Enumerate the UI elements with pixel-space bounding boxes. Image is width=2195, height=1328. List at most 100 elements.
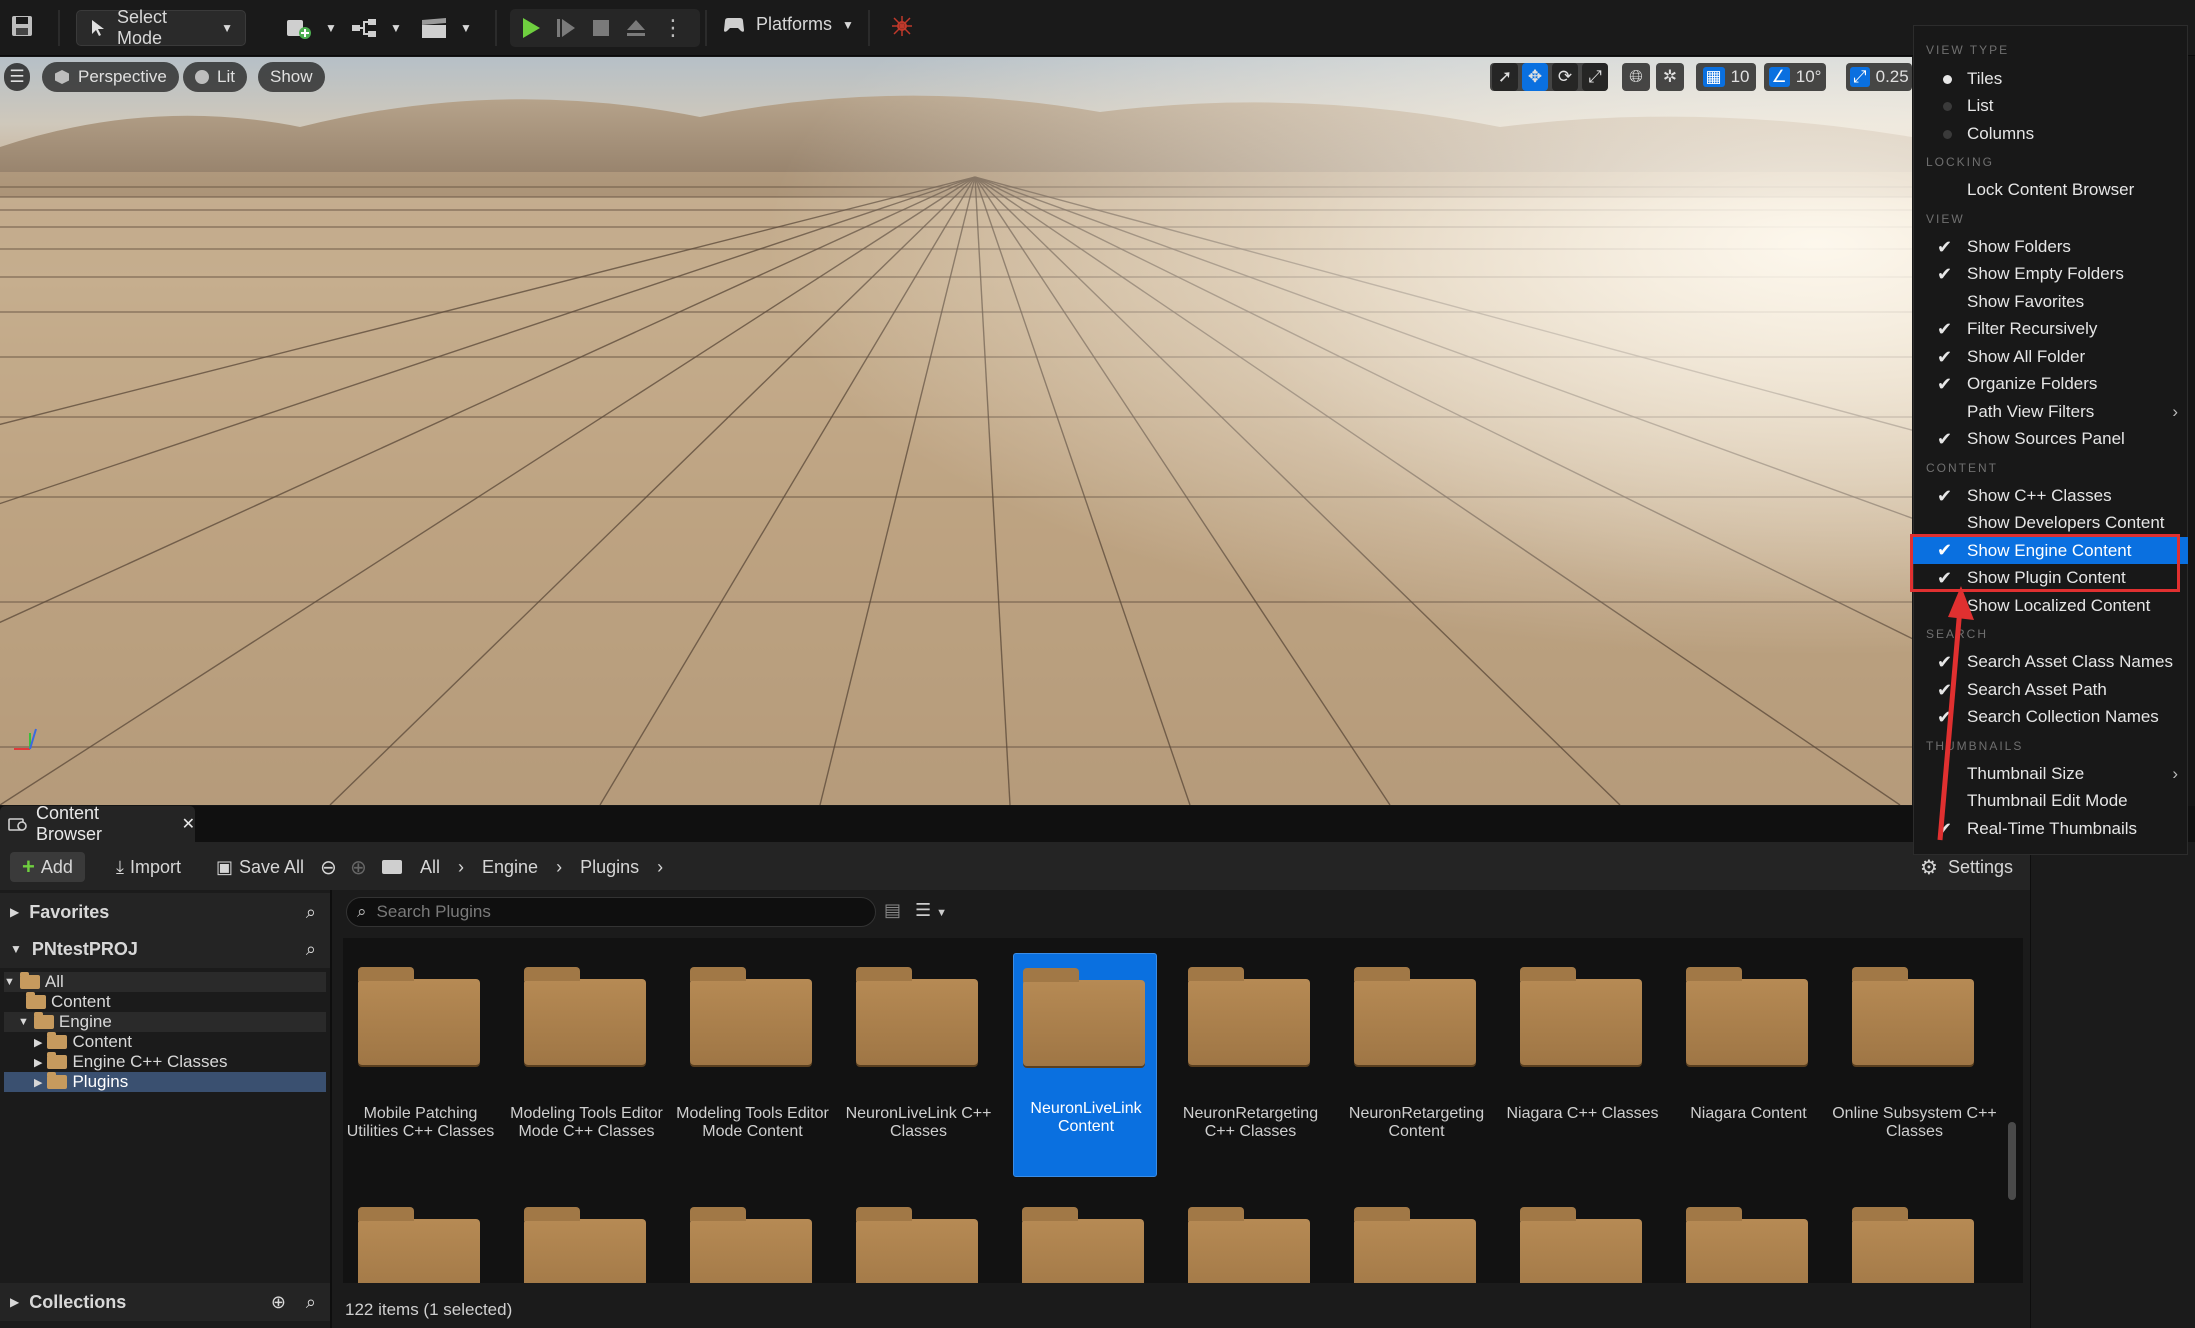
search-input[interactable]: ⌕ Search Plugins — [346, 897, 876, 927]
asset-name: NeuronLiveLink Content — [1030, 1100, 1142, 1135]
chevron-down-icon: ▼ — [221, 21, 233, 35]
select-mode-button[interactable]: Select Mode ▼ — [76, 7, 246, 48]
filter-button[interactable]: ☰ ▼ — [915, 900, 947, 921]
asset-tile[interactable]: Niagara C++ Classes — [1506, 955, 1659, 1179]
tree-item-engine[interactable]: ▼ Engine — [4, 1012, 326, 1032]
scrollbar-thumb[interactable] — [2008, 1122, 2016, 1200]
translate-tool-icon[interactable]: ✥ — [1522, 63, 1548, 91]
revision-control-icon[interactable] — [890, 14, 914, 38]
grid-snap-button[interactable]: ▦ 10 — [1696, 63, 1756, 91]
platforms-label: Platforms — [756, 14, 833, 34]
save-all-button[interactable]: ▣ Save All — [216, 852, 304, 882]
search-icon[interactable]: ⌕ — [306, 1292, 316, 1313]
back-icon[interactable]: ⊖ — [320, 852, 337, 882]
rotation-snap-button[interactable]: ∠ 10° — [1764, 63, 1826, 91]
surface-snap-icon[interactable]: ✲ — [1656, 63, 1684, 91]
menu-item-lock-content-browser[interactable]: Lock Content Browser — [1913, 176, 2188, 204]
select-tool-icon[interactable]: ➚ — [1492, 63, 1518, 91]
menu-item-show-all-folder[interactable]: ✔ Show All Folder — [1913, 343, 2188, 371]
add-button[interactable]: + Add — [10, 852, 85, 882]
folder-icon[interactable] — [856, 1207, 978, 1283]
folder-icon[interactable] — [524, 1207, 646, 1283]
asset-tile-selected[interactable]: NeuronLiveLink Content — [1013, 953, 1157, 1177]
asset-tile[interactable]: Mobile Patching Utilities C++ Classes — [347, 955, 494, 1179]
advance-frame-icon[interactable] — [553, 15, 579, 41]
menu-item-show-folders[interactable]: ✔ Show Folders — [1913, 233, 2188, 261]
asset-tile[interactable]: Online Subsystem C++ Classes — [1832, 955, 1997, 1179]
menu-item-list[interactable]: List — [1913, 92, 2188, 120]
asset-tile[interactable]: Modeling Tools Editor Mode C++ Classes — [510, 955, 663, 1179]
menu-item-columns[interactable]: Columns — [1913, 120, 2188, 148]
content-browser-tab-label: Content Browser — [36, 803, 103, 844]
cinematics-button[interactable]: ▼ — [420, 16, 472, 40]
asset-tile[interactable]: NeuronRetargeting C++ Classes — [1178, 955, 1322, 1179]
folder-icon[interactable] — [690, 1207, 812, 1283]
menu-item-path-view-filters[interactable]: Path View Filters › — [1913, 398, 2188, 426]
collections-header[interactable]: ▶ Collections ⊕ ⌕ — [0, 1283, 330, 1321]
perspective-button[interactable]: Perspective — [42, 62, 179, 92]
level-viewport[interactable] — [0, 57, 1912, 805]
platforms-button[interactable]: Platforms ▼ — [722, 14, 854, 35]
settings-button[interactable]: ⚙ Settings — [1920, 852, 2013, 882]
view-mode-button[interactable]: Lit — [183, 62, 247, 92]
menu-item-organize-folders[interactable]: ✔ Organize Folders — [1913, 370, 2188, 398]
folder-icon[interactable] — [1354, 1207, 1476, 1283]
folder-icon[interactable] — [1686, 1207, 1808, 1283]
tree-item-engine-content[interactable]: ▶ Content — [4, 1032, 326, 1052]
rotate-tool-icon[interactable]: ⟳ — [1552, 63, 1578, 91]
asset-tile[interactable]: Modeling Tools Editor Mode Content — [676, 955, 829, 1179]
tree-item-content[interactable]: Content — [4, 992, 326, 1012]
blueprint-button[interactable]: ▼ — [350, 16, 402, 40]
project-header[interactable]: ▼ PNtestPROJ ⌕ — [0, 930, 330, 968]
forward-icon[interactable]: ⊕ — [350, 852, 367, 882]
asset-name: Niagara Content — [1690, 1105, 1807, 1122]
save-icon[interactable] — [10, 14, 34, 38]
menu-item-label: Search Asset Class Names — [1967, 652, 2173, 671]
world-space-icon[interactable]: 🌐︎ — [1622, 63, 1650, 91]
folder-icon[interactable] — [1188, 1207, 1310, 1283]
menu-item-tiles[interactable]: Tiles — [1913, 65, 2188, 93]
content-browser-tab[interactable]: Content Browser ✕ — [0, 803, 195, 844]
asset-tile[interactable]: Niagara Content — [1676, 955, 1820, 1179]
scale-snap-button[interactable]: ⤢ 0.25 — [1846, 63, 1912, 91]
folder-icon[interactable] — [1852, 1207, 1974, 1283]
chevron-right-icon: ▶ — [10, 1295, 20, 1309]
breadcrumb-all[interactable]: All — [420, 857, 440, 878]
asset-tile[interactable]: NeuronRetargeting Content — [1344, 955, 1488, 1179]
menu-item-show-cpp-classes[interactable]: ✔ Show C++ Classes — [1913, 482, 2188, 510]
menu-item-show-developers-content[interactable]: Show Developers Content — [1913, 509, 2188, 537]
gear-icon: ⚙ — [1920, 856, 1938, 879]
menu-item-show-favorites[interactable]: Show Favorites — [1913, 288, 2188, 316]
favorites-header[interactable]: ▶ Favorites ⌕ — [0, 893, 330, 931]
more-options-icon[interactable]: ⋮ — [662, 15, 684, 41]
menu-item-show-empty-folders[interactable]: ✔ Show Empty Folders — [1913, 260, 2188, 288]
scale-tool-icon[interactable]: ⤢ — [1582, 63, 1608, 91]
eject-icon[interactable] — [623, 15, 649, 41]
folder-icon[interactable] — [1520, 1207, 1642, 1283]
asset-name: Modeling Tools Editor Mode C++ Classes — [510, 1105, 663, 1140]
asset-tile[interactable]: NeuronLiveLink C++ Classes — [846, 955, 991, 1179]
import-button[interactable]: ⤓ Import — [116, 852, 181, 882]
folder-icon[interactable] — [1022, 1207, 1144, 1283]
stop-icon[interactable] — [588, 15, 614, 41]
breadcrumb-plugins[interactable]: Plugins — [580, 857, 639, 878]
add-actor-button[interactable]: ▼ — [285, 16, 337, 40]
play-icon[interactable] — [518, 15, 544, 41]
add-collection-icon[interactable]: ⊕ — [271, 1292, 286, 1313]
menu-item-label: Show Developers Content — [1967, 513, 2165, 532]
tree-item-engine-cpp-classes[interactable]: ▶ Engine C++ Classes — [4, 1052, 326, 1072]
menu-item-filter-recursively[interactable]: ✔ Filter Recursively — [1913, 315, 2188, 343]
folder-icon — [358, 967, 480, 1065]
show-flags-button[interactable]: Show — [258, 62, 325, 92]
search-icon[interactable]: ⌕ — [306, 939, 316, 960]
search-icon[interactable]: ⌕ — [306, 902, 316, 923]
menu-item-show-sources-panel[interactable]: ✔ Show Sources Panel — [1913, 425, 2188, 453]
close-icon[interactable]: ✕ — [182, 814, 195, 834]
breadcrumb-engine[interactable]: Engine — [482, 857, 538, 878]
folder-icon[interactable] — [358, 1207, 480, 1283]
tree-item-plugins[interactable]: ▶ Plugins — [4, 1072, 326, 1092]
tree-item-all[interactable]: ▼ All — [4, 972, 326, 992]
viewport-menu-icon[interactable]: ☰ — [4, 63, 30, 91]
save-search-icon[interactable]: ▤ — [884, 900, 901, 921]
radio-dot-icon — [1943, 101, 1952, 111]
